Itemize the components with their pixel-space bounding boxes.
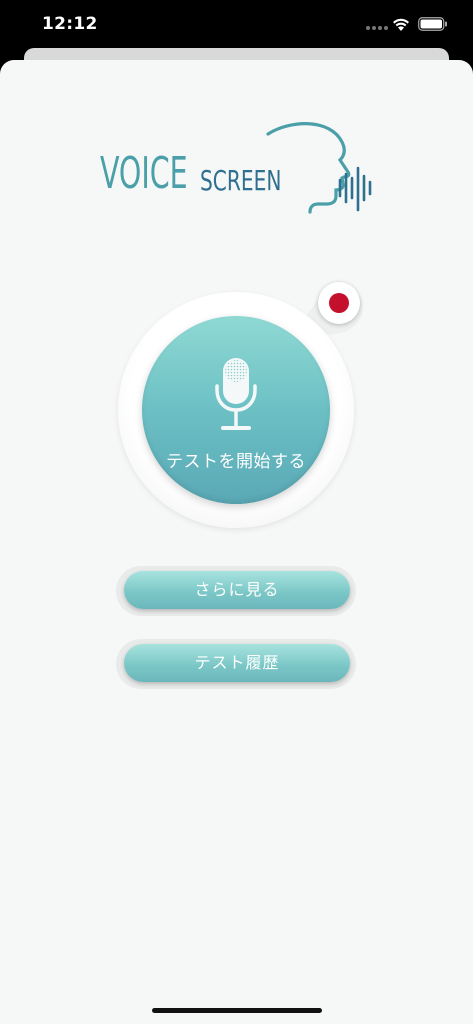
status-bar: 12:12 [0, 0, 473, 50]
test-history-button[interactable]: テスト履歴 [124, 644, 350, 682]
speaking-head-icon [266, 122, 372, 214]
learn-more-button[interactable]: さらに見る [124, 571, 350, 609]
japan-flag-icon[interactable] [318, 282, 360, 324]
cellular-signal-icon [366, 26, 388, 30]
learn-more-button-frame: さらに見る [116, 566, 356, 616]
start-test-button[interactable]: テストを開始する [142, 316, 330, 504]
microphone-icon [215, 358, 257, 430]
start-test-label: テストを開始する [166, 452, 306, 472]
test-history-button-frame: テスト履歴 [116, 639, 356, 689]
wifi-icon [393, 18, 409, 31]
home-indicator[interactable] [152, 1008, 322, 1013]
battery-icon [418, 17, 447, 31]
logo-voice-text: VOICE [100, 148, 188, 199]
flag-red-circle [329, 293, 349, 313]
app-screen: 12:12 VOICE SCREEN テストを開始する さらに見る テスト履歴 [0, 0, 473, 1024]
voicescreen-logo: VOICE SCREEN [100, 120, 380, 220]
status-time: 12:12 [42, 14, 98, 34]
